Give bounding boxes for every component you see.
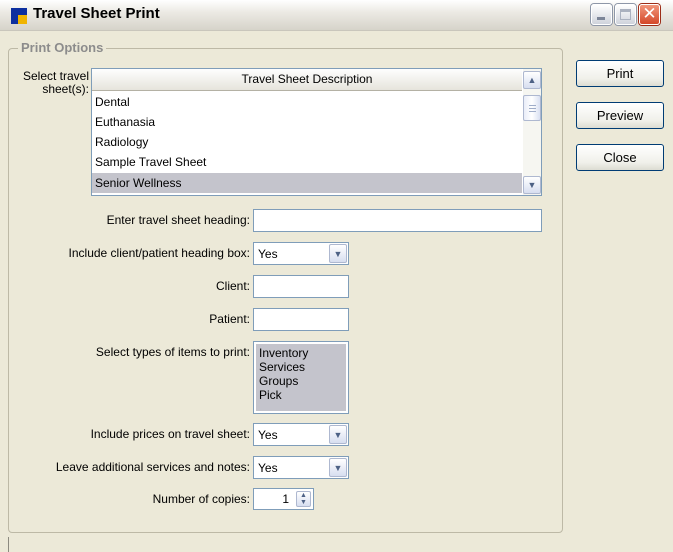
preview-button[interactable]: Preview — [576, 102, 664, 129]
list-item[interactable]: Pick — [259, 388, 343, 402]
window-title: Travel Sheet Print — [33, 5, 160, 22]
list-item[interactable]: Euthanasia — [92, 112, 522, 132]
close-window-button[interactable]: ✕ — [639, 4, 660, 25]
chevron-down-icon[interactable]: ▼ — [329, 425, 347, 444]
client-label: Client: — [215, 279, 250, 293]
list-item[interactable]: Groups — [259, 374, 343, 388]
patient-input[interactable] — [253, 308, 349, 331]
scroll-down-button[interactable]: ▼ — [523, 176, 541, 194]
list-item[interactable]: Services — [259, 360, 343, 374]
title-bar[interactable]: Travel Sheet Print ✕ — [0, 0, 673, 31]
patient-label: Patient: — [209, 312, 250, 326]
scroll-thumb[interactable] — [523, 95, 541, 121]
heading-box-value: Yes — [258, 247, 278, 261]
column-header[interactable]: Travel Sheet Description — [92, 69, 522, 91]
spin-arrows-icon[interactable]: ▲ ▼ — [296, 491, 311, 507]
travel-sheet-list[interactable]: Travel Sheet Description Dental Euthanas… — [91, 68, 542, 196]
additional-notes-value: Yes — [258, 461, 278, 475]
app-icon — [11, 8, 27, 24]
additional-notes-label: Leave additional services and notes: — [55, 460, 250, 474]
close-button[interactable]: Close — [576, 144, 664, 171]
include-prices-label: Include prices on travel sheet: — [90, 427, 250, 441]
group-title: Print Options — [18, 40, 107, 55]
list-item[interactable]: Radiology — [92, 132, 522, 152]
minimize-icon — [597, 17, 605, 20]
heading-input[interactable] — [253, 209, 542, 232]
list-item[interactable]: Sample Travel Sheet — [92, 152, 522, 172]
include-prices-select[interactable]: Yes ▼ — [253, 423, 349, 446]
maximize-button[interactable] — [615, 4, 636, 25]
chevron-down-icon[interactable]: ▼ — [329, 244, 347, 263]
list-item[interactable]: Dental — [92, 92, 522, 112]
client-input[interactable] — [253, 275, 349, 298]
list-item[interactable]: Inventory — [259, 346, 343, 360]
include-prices-value: Yes — [258, 428, 278, 442]
heading-box-select[interactable]: Yes ▼ — [253, 242, 349, 265]
chevron-down-icon[interactable]: ▼ — [329, 458, 347, 477]
list-item-selected[interactable]: Senior Wellness — [92, 173, 522, 193]
close-icon: ✕ — [642, 4, 657, 24]
minimize-button[interactable] — [591, 4, 612, 25]
maximize-icon — [620, 9, 631, 20]
select-sheets-label: Select travel sheet(s): — [22, 69, 89, 96]
heading-box-label: Include client/patient heading box: — [68, 246, 250, 260]
item-types-label: Select types of items to print: — [95, 345, 250, 359]
copies-label: Number of copies: — [152, 492, 250, 506]
additional-notes-select[interactable]: Yes ▼ — [253, 456, 349, 479]
item-types-list[interactable]: Inventory Services Groups Pick — [253, 341, 349, 414]
copies-value: 1 — [282, 492, 289, 506]
scroll-up-button[interactable]: ▲ — [523, 71, 541, 89]
print-button[interactable]: Print — [576, 60, 664, 87]
window-edge — [8, 537, 9, 552]
copies-stepper[interactable]: 1 ▲ ▼ — [253, 488, 314, 510]
heading-label: Enter travel sheet heading: — [106, 213, 250, 227]
list-scrollbar[interactable]: ▲ ▼ — [523, 69, 541, 195]
